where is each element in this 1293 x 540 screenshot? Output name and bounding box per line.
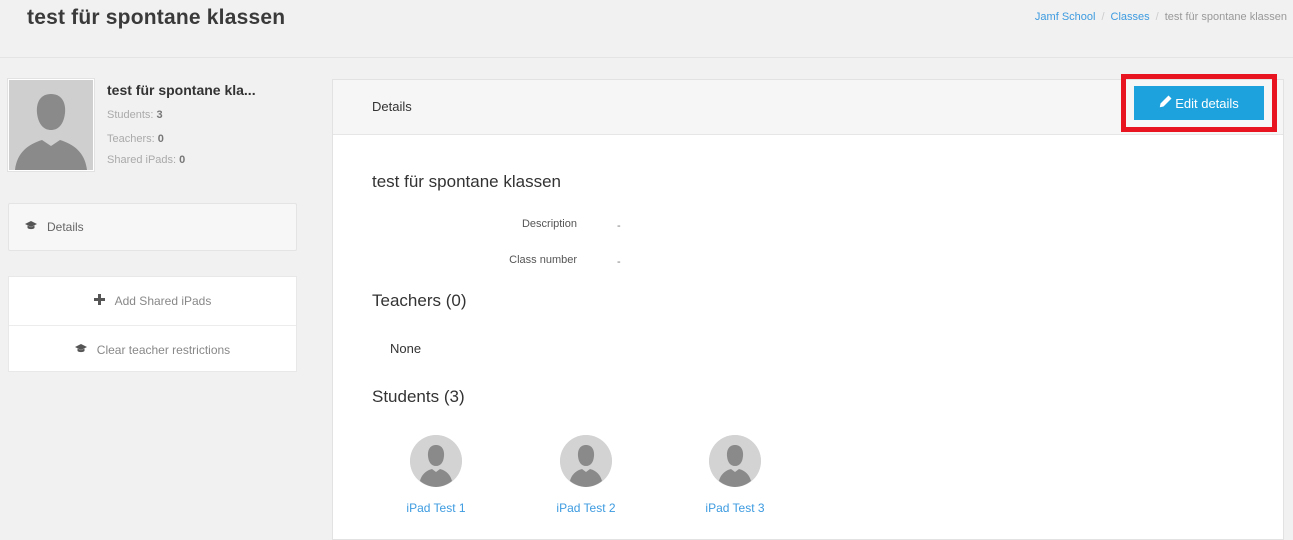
sidebar-item-details[interactable]: Details xyxy=(8,203,297,251)
description-value: - xyxy=(617,220,621,232)
user-avatar-icon xyxy=(410,435,462,487)
breadcrumb: Jamf School / Classes / test für spontan… xyxy=(1035,11,1287,23)
panel-header: Details Edit details xyxy=(333,74,1283,135)
shared-ipads-stat-label: Shared iPads: xyxy=(107,154,177,166)
class-name-short: test für spontane kla... xyxy=(107,82,256,98)
edit-details-highlight: Edit details xyxy=(1121,74,1277,132)
page-header: test für spontane klassen Jamf School / … xyxy=(0,0,1293,58)
breadcrumb-current: test für spontane klassen xyxy=(1164,11,1287,23)
add-shared-ipads-button[interactable]: Add Shared iPads xyxy=(9,277,296,325)
graduation-cap-icon xyxy=(74,343,87,357)
class-title: test für spontane klassen xyxy=(372,172,562,191)
students-stat: Students: 3 xyxy=(107,109,163,121)
user-avatar-icon xyxy=(709,435,761,487)
student-item[interactable]: iPad Test 2 xyxy=(536,435,636,515)
shared-ipads-stat-count: 0 xyxy=(179,154,186,166)
students-stat-count: 3 xyxy=(156,109,163,121)
student-name-link[interactable]: iPad Test 3 xyxy=(685,501,785,515)
teachers-heading: Teachers (0) xyxy=(372,291,467,310)
edit-details-button[interactable]: Edit details xyxy=(1134,86,1264,120)
teachers-stat-count: 0 xyxy=(157,133,164,145)
graduation-cap-icon xyxy=(25,220,37,234)
clear-teacher-restrictions-button[interactable]: Clear teacher restrictions xyxy=(9,325,296,373)
user-avatar-icon xyxy=(560,435,612,487)
student-name-link[interactable]: iPad Test 1 xyxy=(386,501,486,515)
class-number-value: - xyxy=(617,256,621,268)
description-label: Description xyxy=(521,218,577,230)
sidebar-actions: Add Shared iPads Clear teacher restricti… xyxy=(8,276,297,372)
details-panel: Details Edit details test für spontane k… xyxy=(332,74,1284,540)
student-item[interactable]: iPad Test 3 xyxy=(685,435,785,515)
panel-title: Details xyxy=(372,99,412,114)
add-shared-ipads-label: Add Shared iPads xyxy=(114,294,212,308)
students-heading: Students (3) xyxy=(372,387,465,406)
student-item[interactable]: iPad Test 1 xyxy=(386,435,486,515)
breadcrumb-classes[interactable]: Classes xyxy=(1111,11,1150,23)
sidebar-item-label: Details xyxy=(47,220,84,234)
class-number-label: Class number xyxy=(509,254,577,266)
user-silhouette-icon xyxy=(9,80,93,170)
page-title: test für spontane klassen xyxy=(27,6,286,29)
pencil-icon xyxy=(1159,95,1172,111)
plus-icon xyxy=(93,294,105,308)
clear-teacher-restrictions-label: Clear teacher restrictions xyxy=(96,342,231,357)
student-name-link[interactable]: iPad Test 2 xyxy=(536,501,636,515)
breadcrumb-jamf-school[interactable]: Jamf School xyxy=(1035,11,1096,23)
breadcrumb-separator: / xyxy=(1101,11,1105,23)
class-avatar xyxy=(7,78,95,172)
breadcrumb-separator: / xyxy=(1155,11,1159,23)
teachers-stat: Teachers: 0 xyxy=(107,133,164,145)
class-profile: test für spontane kla... Students: 3 Tea… xyxy=(7,78,297,178)
students-stat-label: Students: xyxy=(107,109,154,121)
teachers-stat-label: Teachers: xyxy=(107,133,155,145)
shared-ipads-stat: Shared iPads: 0 xyxy=(107,154,185,166)
teachers-empty: None xyxy=(390,341,422,356)
edit-details-label: Edit details xyxy=(1175,95,1239,111)
